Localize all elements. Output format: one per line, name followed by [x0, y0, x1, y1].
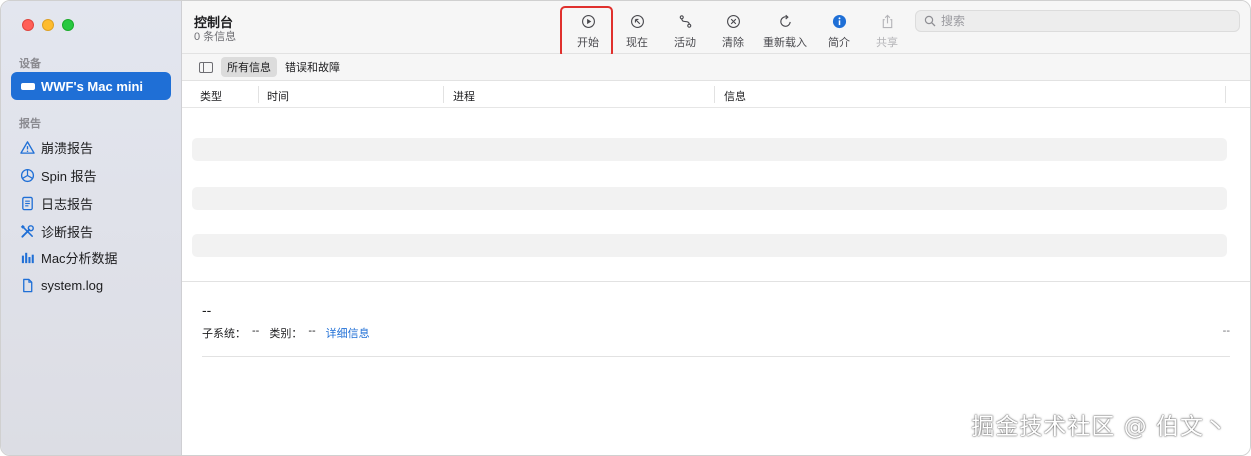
sidebar-toggle-icon[interactable] — [199, 61, 213, 73]
column-divider[interactable] — [443, 86, 444, 103]
category-value: -- — [308, 325, 316, 337]
clear-icon — [723, 11, 743, 31]
sidebar-item-diagnostic-reports[interactable]: 诊断报告 — [19, 220, 93, 242]
filter-bar: 所有信息 错误和故障 — [182, 54, 1250, 81]
activity-button[interactable]: 活动 — [671, 7, 699, 51]
sidebar-item-label: 崩溃报告 — [41, 140, 94, 156]
start-button-highlight — [560, 6, 613, 58]
minimize-window-button[interactable] — [42, 19, 54, 31]
sidebar-item-label: Mac分析数据 — [41, 250, 118, 266]
sidebar-item-mac-analytics[interactable]: Mac分析数据 — [19, 246, 118, 268]
bar-chart-icon — [19, 249, 35, 265]
column-divider[interactable] — [714, 86, 715, 103]
table-row-empty — [192, 138, 1227, 161]
mac-mini-icon — [21, 82, 35, 90]
share-button[interactable]: 共享 — [873, 7, 901, 51]
reload-label: 重新载入 — [763, 37, 807, 49]
clear-label: 清除 — [722, 37, 744, 49]
sidebar-item-label: 日志报告 — [41, 196, 94, 212]
message-count: 0 条信息 — [194, 31, 237, 43]
detail-title: -- — [202, 302, 212, 318]
info-button[interactable]: 简介 — [825, 7, 853, 51]
warning-triangle-icon — [19, 139, 35, 155]
spin-icon — [19, 167, 35, 183]
devices-section-label: 设备 — [19, 58, 41, 70]
console-window: 设备 WWF's Mac mini 报告 崩溃报告 Spin 报告 日志报告 诊… — [0, 0, 1251, 456]
reload-icon — [775, 11, 795, 31]
activity-icon — [675, 11, 695, 31]
info-label: 简介 — [828, 37, 850, 49]
reports-section-label: 报告 — [19, 118, 41, 130]
table-row-empty — [192, 234, 1227, 257]
tools-icon — [19, 223, 35, 239]
sidebar-item-label: system.log — [41, 277, 104, 293]
device-label: WWF's Mac mini — [41, 78, 144, 94]
subsystem-value: -- — [252, 325, 260, 337]
toolbar: 控制台 0 条信息 开始 现在 活动 清除 重新载入 简介 共享 搜索 — [182, 1, 1250, 58]
category-label: 类别： — [269, 328, 303, 340]
zoom-window-button[interactable] — [62, 19, 74, 31]
share-icon — [877, 11, 897, 31]
filter-all-messages[interactable]: 所有信息 — [221, 57, 277, 77]
sidebar-item-spin-reports[interactable]: Spin 报告 — [19, 164, 97, 186]
sidebar-item-system-log[interactable]: system.log — [19, 274, 103, 296]
info-icon — [829, 11, 849, 31]
search-icon — [924, 15, 936, 27]
table-row-empty — [192, 187, 1227, 210]
main-area: 控制台 0 条信息 开始 现在 活动 清除 重新载入 简介 共享 搜索 所有信息… — [182, 1, 1250, 455]
table-header: 类型 时间 进程 信息 — [182, 82, 1250, 108]
share-label: 共享 — [876, 37, 898, 49]
window-controls — [22, 19, 74, 31]
now-label: 现在 — [626, 37, 648, 49]
sidebar-item-log-reports[interactable]: 日志报告 — [19, 192, 93, 214]
sidebar-item-label: 诊断报告 — [41, 224, 94, 240]
details-link[interactable]: 详细信息 — [326, 325, 370, 341]
close-window-button[interactable] — [22, 19, 34, 31]
reload-button[interactable]: 重新载入 — [760, 7, 810, 51]
detail-right-value: -- — [1222, 325, 1230, 337]
search-input[interactable] — [941, 14, 1221, 28]
sidebar-item-label: Spin 报告 — [41, 168, 97, 184]
detail-meta: 子系统： -- 类别： -- 详细信息 — [202, 325, 376, 341]
column-divider[interactable] — [258, 86, 259, 103]
column-header-type[interactable]: 类型 — [200, 88, 222, 104]
clear-button[interactable]: 清除 — [719, 7, 747, 51]
log-table[interactable] — [182, 109, 1250, 281]
now-arrow-icon — [627, 11, 647, 31]
document-icon — [19, 195, 35, 211]
activity-label: 活动 — [674, 37, 696, 49]
search-field[interactable] — [915, 10, 1240, 32]
sidebar-item-device[interactable]: WWF's Mac mini — [11, 72, 171, 100]
filter-errors-faults[interactable]: 错误和故障 — [279, 57, 346, 77]
column-header-message[interactable]: 信息 — [724, 88, 746, 104]
file-icon — [19, 277, 35, 293]
sidebar: 设备 WWF's Mac mini 报告 崩溃报告 Spin 报告 日志报告 诊… — [1, 1, 182, 455]
sidebar-item-crash-reports[interactable]: 崩溃报告 — [19, 136, 93, 158]
watermark-text: 掘金技术社区 @ 伯文丶 — [971, 414, 1228, 440]
column-header-time[interactable]: 时间 — [267, 88, 289, 104]
column-header-process[interactable]: 进程 — [453, 88, 475, 104]
column-divider[interactable] — [1225, 86, 1226, 103]
now-button[interactable]: 现在 — [623, 7, 651, 51]
subsystem-label: 子系统： — [202, 328, 246, 340]
detail-divider — [202, 356, 1230, 357]
